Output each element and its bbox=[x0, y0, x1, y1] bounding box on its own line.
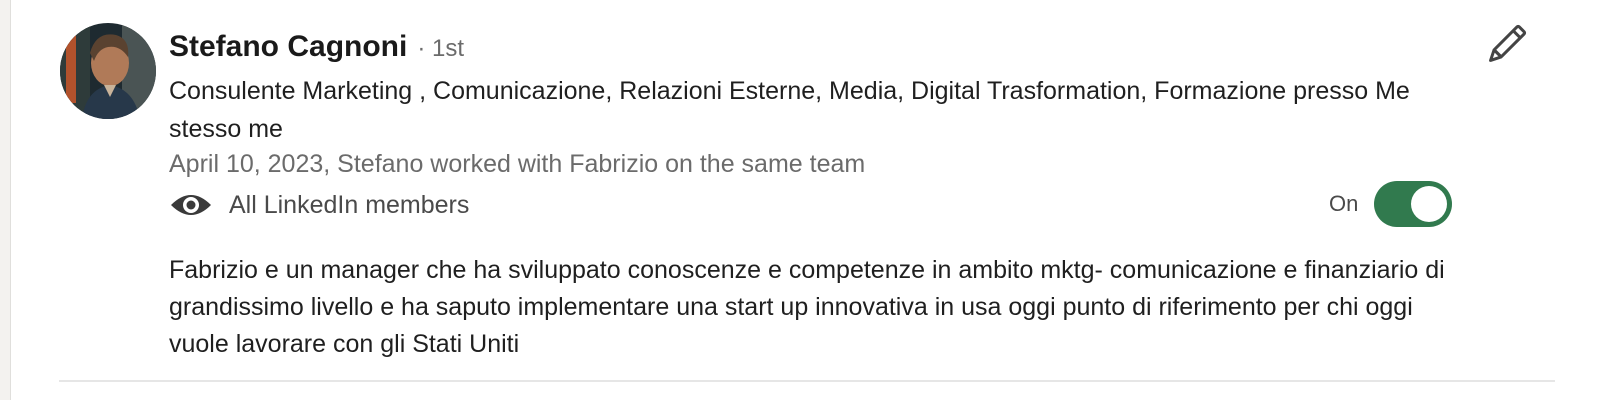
eye-icon bbox=[171, 195, 211, 215]
avatar-photo bbox=[60, 23, 156, 119]
toggle-label: On bbox=[1329, 191, 1359, 216]
connection-degree: · 1st bbox=[417, 35, 465, 62]
divider bbox=[59, 380, 1555, 382]
toggle-knob bbox=[1411, 186, 1448, 222]
edit-button[interactable] bbox=[1481, 24, 1527, 70]
visibility-toggle[interactable] bbox=[1374, 181, 1453, 227]
recommender-headline: Consulente Marketing , Comunicazione, Re… bbox=[169, 77, 1410, 143]
avatar[interactable] bbox=[60, 23, 156, 119]
left-border bbox=[0, 0, 11, 400]
recommendation-card: Stefano Cagnoni · 1st Consulente Marketi… bbox=[11, 0, 1616, 400]
visibility-label: All LinkedIn members bbox=[229, 190, 470, 219]
name-row: Stefano Cagnoni · 1st bbox=[169, 30, 464, 66]
visibility-toggle-group: On bbox=[1329, 180, 1453, 228]
pencil-icon bbox=[1489, 24, 1527, 62]
recommendation-text: Fabrizio e un manager che ha sviluppato … bbox=[169, 256, 1445, 358]
visibility-row: All LinkedIn members bbox=[169, 190, 469, 220]
relationship-date: April 10, 2023, Stefano worked with Fabr… bbox=[169, 150, 866, 178]
recommender-name[interactable]: Stefano Cagnoni bbox=[169, 30, 407, 64]
